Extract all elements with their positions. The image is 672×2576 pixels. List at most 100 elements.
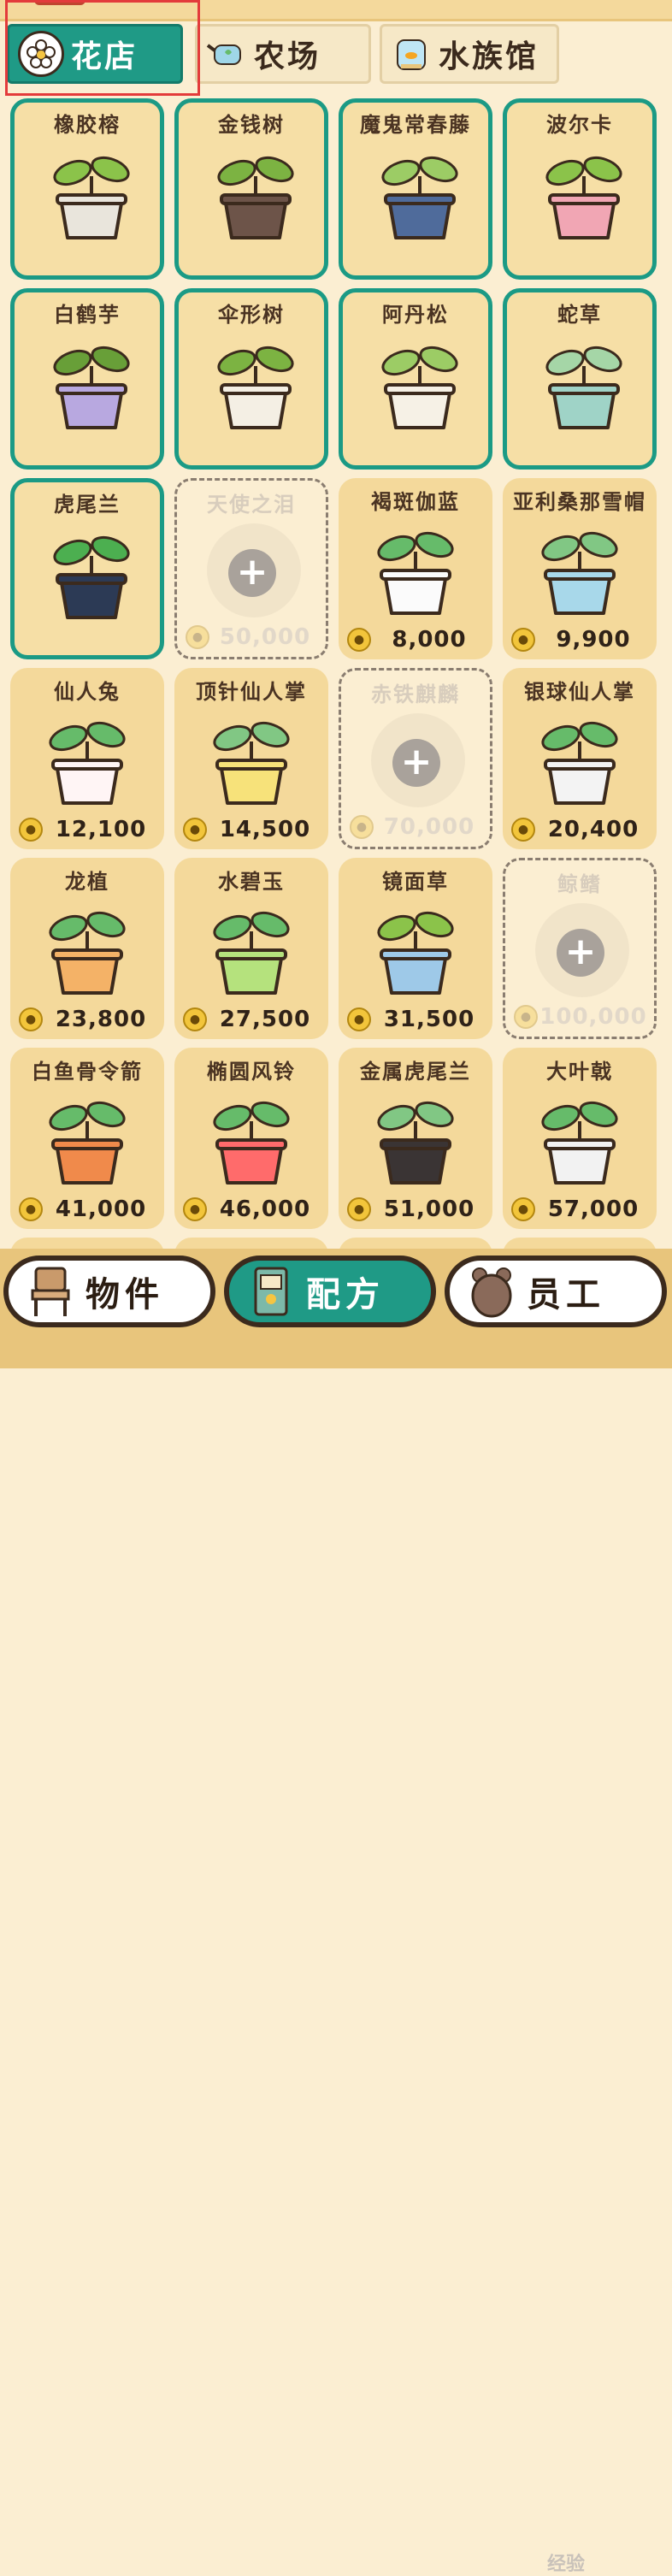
plant-card[interactable]: 顶针仙人掌 ● 14,500 <box>174 668 328 849</box>
plus-icon[interactable]: + <box>228 549 276 597</box>
plant-card[interactable]: 橡胶榕 <box>10 98 164 280</box>
plant-icon <box>213 721 290 805</box>
fishbowl-icon <box>391 33 432 74</box>
plant-name: 蛇草 <box>557 303 602 327</box>
coin-icon: ● <box>183 818 207 842</box>
price-row: ● 23,800 <box>19 1007 159 1032</box>
chair-icon <box>27 1264 74 1319</box>
plant-card[interactable]: 阿丹松 <box>339 288 492 470</box>
plant-card[interactable]: 褐斑伽蓝 ● 8,000 <box>339 478 492 659</box>
coin-icon: ● <box>347 628 371 652</box>
nav-label: 员工 <box>527 1275 605 1315</box>
nav-label: 配方 <box>306 1275 385 1315</box>
plant-card[interactable]: 镜面草 ● 31,500 <box>339 858 492 1039</box>
price-value: 9,900 <box>556 627 631 653</box>
price-value: 27,500 <box>219 1007 311 1032</box>
price-value: 20,400 <box>547 817 640 842</box>
plant-name: 大叶戟 <box>546 1060 613 1084</box>
plant-icon <box>381 156 458 239</box>
price-value: 8,000 <box>392 627 467 653</box>
plant-icon <box>53 156 130 239</box>
plant-name: 伞形树 <box>218 303 285 327</box>
plant-card[interactable]: 金钱树 <box>174 98 328 280</box>
price-row: ● 100,000 <box>514 1004 649 1030</box>
plant-icon <box>541 1101 618 1185</box>
tab-farm[interactable]: 农场 <box>195 24 371 84</box>
plant-name: 白鱼骨令箭 <box>32 1060 143 1084</box>
plant-icon <box>541 531 618 615</box>
price-row: ● 41,000 <box>19 1196 159 1222</box>
top-indicator <box>34 0 85 5</box>
top-strip <box>0 0 672 21</box>
tab-aquarium[interactable]: 水族馆 <box>380 24 559 84</box>
coin-icon: ● <box>183 1197 207 1221</box>
plant-card[interactable]: 大叶戟 ● 57,000 <box>503 1048 657 1229</box>
price-row: ● 46,000 <box>183 1196 323 1222</box>
plant-card[interactable]: 仙人兔 ● 12,100 <box>10 668 164 849</box>
plant-icon <box>377 1101 454 1185</box>
plant-name: 银球仙人掌 <box>524 680 635 704</box>
plant-name: 镜面草 <box>382 870 449 894</box>
price-row: ● 50,000 <box>186 624 321 650</box>
plant-card[interactable]: 波尔卡 <box>503 98 657 280</box>
plant-name: 椭圆风铃 <box>207 1060 296 1084</box>
coin-icon: ● <box>186 625 209 649</box>
plant-name: 金属虎尾兰 <box>360 1060 471 1084</box>
plant-name: 波尔卡 <box>546 113 613 137</box>
price-value: 51,000 <box>383 1196 475 1222</box>
plant-icon <box>213 911 290 995</box>
price-row: ● 14,500 <box>183 817 323 842</box>
watermark: 经验 <box>547 2554 586 2575</box>
tab-flower-shop[interactable]: 花店 <box>7 24 183 84</box>
tab-label: 花店 <box>71 39 139 74</box>
plant-card[interactable]: 金属虎尾兰 ● 51,000 <box>339 1048 492 1229</box>
plus-icon[interactable]: + <box>557 929 604 977</box>
plant-card[interactable]: 蛇草 <box>503 288 657 470</box>
price-row: ● 20,400 <box>511 817 651 842</box>
plant-name: 仙人兔 <box>54 680 121 704</box>
bottom-nav: 物件 配方 员工 经验 <box>0 1249 672 2575</box>
price-row: ● 51,000 <box>347 1196 487 1222</box>
plant-card[interactable]: 龙植 ● 23,800 <box>10 858 164 1039</box>
price-value: 70,000 <box>383 814 475 840</box>
coin-icon: ● <box>19 1007 43 1031</box>
price-row: ● 31,500 <box>347 1007 487 1032</box>
plant-card[interactable]: 魔鬼常春藤 <box>339 98 492 280</box>
plant-card[interactable]: 伞形树 <box>174 288 328 470</box>
plant-card[interactable]: 白鱼骨令箭 ● 41,000 <box>10 1048 164 1229</box>
coin-icon: ● <box>183 1007 207 1031</box>
coin-icon: ● <box>511 818 535 842</box>
price-value: 57,000 <box>547 1196 640 1222</box>
plant-card[interactable]: 水碧玉 ● 27,500 <box>174 858 328 1039</box>
plant-card[interactable]: 椭圆风铃 ● 46,000 <box>174 1048 328 1229</box>
price-row: ● 8,000 <box>347 627 487 653</box>
nav-recipes-button[interactable]: 配方 <box>224 1256 436 1327</box>
coin-icon: ● <box>347 1197 371 1221</box>
locked-recipe-card[interactable]: 天使之泪 + ● 50,000 <box>174 478 328 659</box>
plant-icon <box>49 721 126 805</box>
tab-label: 农场 <box>254 39 321 74</box>
coin-icon: ● <box>347 1007 371 1031</box>
plant-name: 天使之泪 <box>207 493 296 517</box>
nav-staff-button[interactable]: 员工 <box>445 1256 667 1327</box>
nav-items-button[interactable]: 物件 <box>3 1256 215 1327</box>
plant-name: 白鹤芋 <box>54 303 121 327</box>
price-value: 12,100 <box>55 817 147 842</box>
plant-name: 鲸鳍 <box>557 872 602 896</box>
price-row: ● 57,000 <box>511 1196 651 1222</box>
plant-card[interactable]: 银球仙人掌 ● 20,400 <box>503 668 657 849</box>
plant-card[interactable]: 虎尾兰 <box>10 478 164 659</box>
locked-recipe-card[interactable]: 赤铁麒麟 + ● 70,000 <box>339 668 492 849</box>
bear-staff-icon <box>469 1264 515 1319</box>
plant-name: 阿丹松 <box>382 303 449 327</box>
plant-name: 龙植 <box>65 870 109 894</box>
price-value: 14,500 <box>219 817 311 842</box>
coin-icon: ● <box>350 815 374 839</box>
plant-name: 魔鬼常春藤 <box>360 113 471 137</box>
plus-icon[interactable]: + <box>392 739 440 787</box>
plant-icon <box>53 535 130 619</box>
coin-icon: ● <box>511 628 535 652</box>
plant-card[interactable]: 白鹤芋 <box>10 288 164 470</box>
plant-card[interactable]: 亚利桑那雪帽 ● 9,900 <box>503 478 657 659</box>
locked-recipe-card[interactable]: 鲸鳍 + ● 100,000 <box>503 858 657 1039</box>
